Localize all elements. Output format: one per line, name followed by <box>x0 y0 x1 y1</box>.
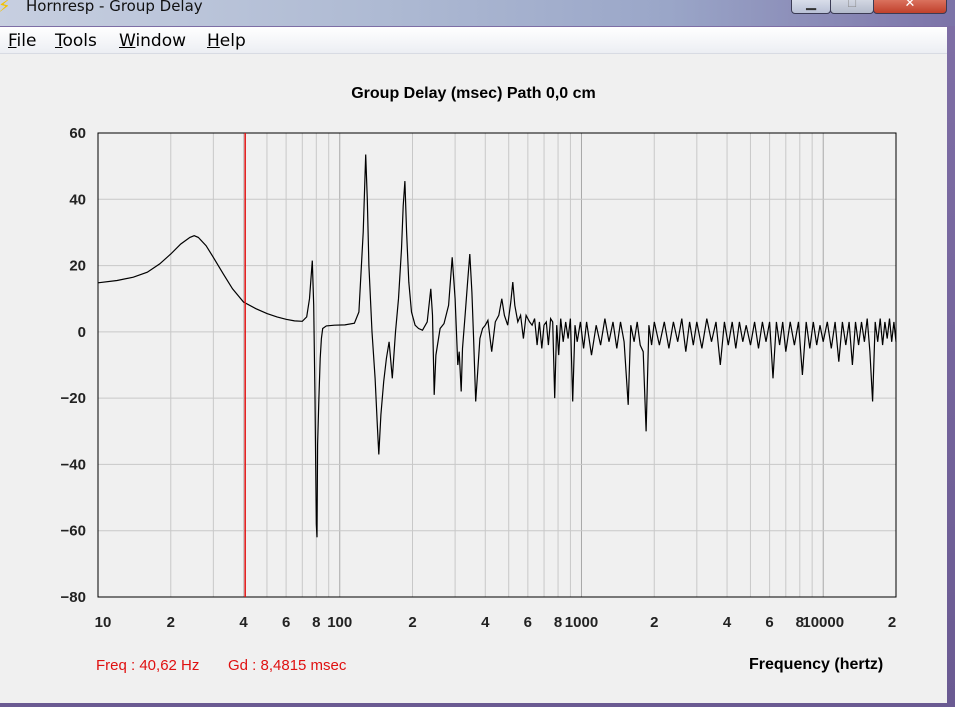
frequency-readout: Freq : 40,62 Hz <box>96 657 200 674</box>
y-tick-label: −40 <box>61 456 86 473</box>
x-tick-label: 10000 <box>802 614 844 631</box>
x-tick-label: 2 <box>650 614 658 631</box>
maximize-button[interactable]: □ <box>830 0 874 14</box>
y-tick-label: 20 <box>69 258 86 275</box>
x-tick-label: 2 <box>888 614 896 631</box>
y-tick-label: −80 <box>61 589 86 606</box>
x-tick-label: 100 <box>327 614 352 631</box>
y-tick-label: −60 <box>61 523 86 540</box>
app-window: ⚡ Hornresp - Group Delay ▁ □ ✕ File Tool… <box>0 0 955 707</box>
x-tick-label: 2 <box>408 614 416 631</box>
y-tick-label: 40 <box>69 191 86 208</box>
x-tick-label: 6 <box>765 614 773 631</box>
x-tick-label: 4 <box>239 614 248 631</box>
title-bar[interactable]: ⚡ Hornresp - Group Delay ▁ □ ✕ <box>0 0 955 26</box>
x-tick-label: 8 <box>554 614 562 631</box>
x-tick-label: 1000 <box>565 614 598 631</box>
client-area: File Tools Window Help Group Delay (msec… <box>0 27 947 703</box>
minimize-button[interactable]: ▁ <box>791 0 831 14</box>
x-tick-label: 4 <box>723 614 732 631</box>
group-delay-curve <box>97 154 897 538</box>
window-title: Hornresp - Group Delay <box>26 0 203 15</box>
x-tick-label: 8 <box>312 614 320 631</box>
group-delay-readout: Gd : 8,4815 msec <box>228 657 347 674</box>
close-button[interactable]: ✕ <box>873 0 947 14</box>
x-tick-label: 6 <box>524 614 532 631</box>
x-tick-label: 2 <box>167 614 175 631</box>
group-delay-chart[interactable]: 6040200−20−40−60−8010 2 4 6 8 100 2 4 6 8 1000 2 4 6 8… <box>0 27 947 703</box>
x-tick-label: 10 <box>95 614 112 631</box>
y-tick-label: −20 <box>61 390 86 407</box>
y-tick-label: 60 <box>69 125 86 142</box>
lightning-icon: ⚡ <box>0 0 11 16</box>
x-axis-label: Frequency (hertz) <box>749 656 884 673</box>
x-tick-label: 6 <box>282 614 290 631</box>
x-tick-label: 4 <box>481 614 490 631</box>
y-tick-label: 0 <box>78 324 86 341</box>
